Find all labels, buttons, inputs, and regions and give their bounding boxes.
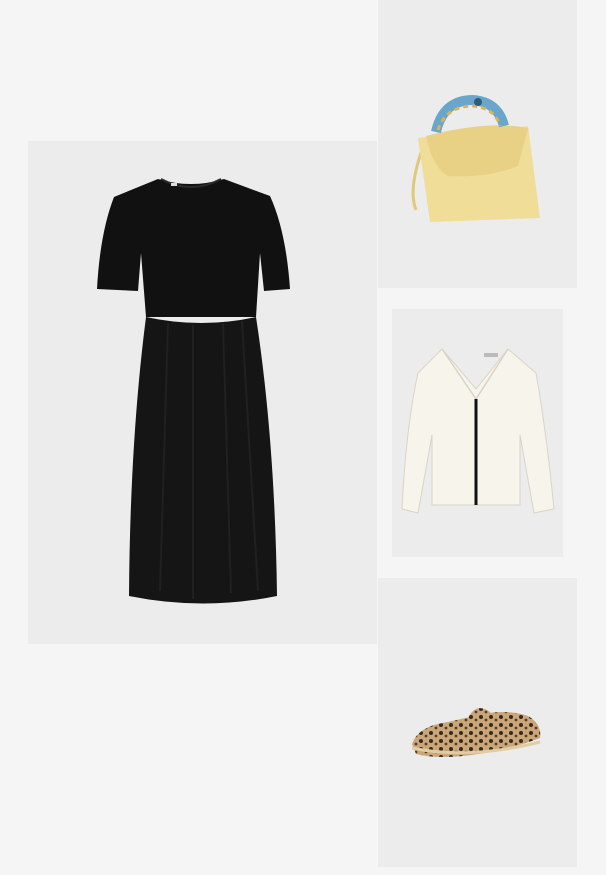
yellow-handbag-icon	[411, 94, 540, 222]
handbag-product-image[interactable]	[378, 0, 577, 288]
black-dress-icon	[97, 178, 290, 604]
white-blouse-icon	[401, 348, 555, 514]
loafers-product-image[interactable]	[378, 578, 577, 867]
blouse-product-image[interactable]	[392, 309, 563, 557]
leopard-loafer-icon	[411, 708, 541, 757]
dress-product-image[interactable]	[28, 141, 377, 644]
